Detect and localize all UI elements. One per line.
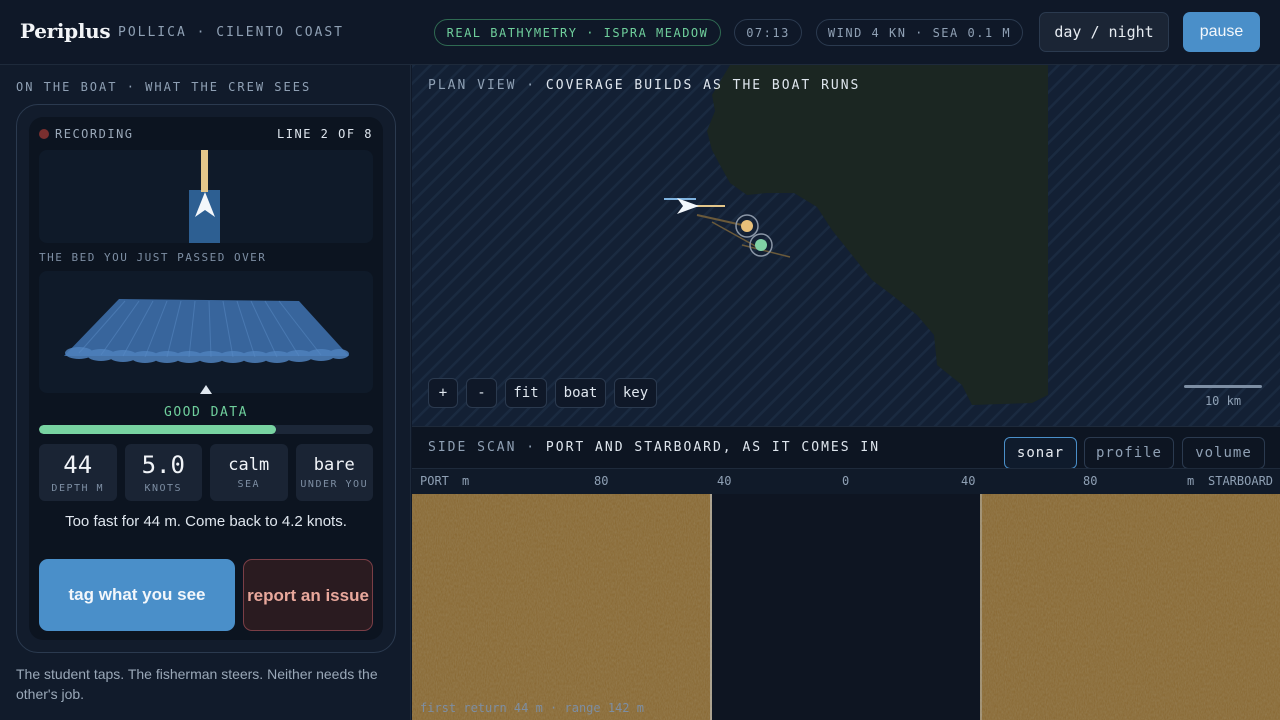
conditions-badge: WIND 4 KN · SEA 0.1 M	[816, 19, 1023, 46]
map-scale: 10 km	[1184, 385, 1262, 408]
map-key-button[interactable]: key	[614, 378, 657, 408]
data-source-badge: REAL BATHYMETRY · ISPRA MEADOW	[434, 19, 721, 46]
stat-sea: calm SEA	[210, 444, 288, 501]
data-quality-fill	[39, 425, 277, 434]
stat-label: KNOTS	[144, 483, 183, 494]
report-issue-button[interactable]: report an issue	[243, 559, 373, 631]
data-quality-label: GOOD DATA	[164, 405, 248, 420]
tablet-frame: RECORDING LINE 2 OF 8 THE BED YOU JUST P…	[16, 104, 396, 653]
port-first-return	[710, 494, 712, 720]
plan-view-caption-text: COVERAGE BUILDS AS THE BOAT RUNS	[545, 78, 861, 93]
side-scan-caption: SIDE SCAN · PORT AND STARBOARD, AS IT CO…	[428, 440, 880, 455]
map-canvas[interactable]	[412, 65, 1280, 426]
crew-panel: ON THE BOAT · WHAT THE CREW SEES RECORDI…	[0, 65, 411, 720]
water-column	[712, 494, 980, 720]
stat-value: 5.0	[141, 451, 185, 479]
stat-bottom: bare UNDER YOU	[295, 444, 373, 501]
seabed-caption: THE BED YOU JUST PASSED OVER	[39, 251, 267, 264]
axis-tick: 40	[717, 474, 732, 488]
stat-label: SEA	[237, 479, 261, 490]
pause-button[interactable]: pause	[1183, 12, 1260, 52]
seabed-profile-view	[39, 271, 373, 393]
stat-value: bare	[313, 455, 355, 475]
plan-view-map[interactable]: PLAN VIEW · COVERAGE BUILDS AS THE BOAT …	[412, 65, 1280, 426]
plan-view-caption-prefix: PLAN VIEW ·	[428, 78, 546, 93]
stat-value: 44	[63, 451, 93, 479]
tab-sonar[interactable]: sonar	[1004, 437, 1077, 469]
scale-bar	[1184, 385, 1262, 388]
side-scan-caption-prefix: SIDE SCAN ·	[428, 440, 546, 455]
port-channel-texture	[412, 494, 712, 720]
stats-row: 44 DEPTH M 5.0 KNOTS calm SEA bare UNDER…	[39, 444, 373, 501]
stat-depth: 44 DEPTH M	[39, 444, 117, 501]
brand-logo: Periplus	[20, 19, 111, 43]
axis-unit-right: m	[1187, 474, 1195, 488]
boat-heading-graphic	[189, 150, 220, 243]
tab-profile[interactable]: profile	[1084, 437, 1174, 469]
boat-heading-view	[39, 150, 373, 243]
side-scan-panel: SIDE SCAN · PORT AND STARBOARD, AS IT CO…	[412, 426, 1280, 720]
recording-label: RECORDING	[55, 127, 134, 141]
scale-label: 10 km	[1204, 394, 1242, 408]
tag-observation-button[interactable]: tag what you see	[39, 559, 235, 631]
starboard-channel-texture	[980, 494, 1280, 720]
position-marker-icon	[200, 385, 212, 394]
crew-panel-caption: ON THE BOAT · WHAT THE CREW SEES	[16, 80, 312, 94]
panel-footnote: The student taps. The fisherman steers. …	[16, 666, 378, 702]
zoom-out-button[interactable]: -	[466, 378, 497, 408]
axis-starboard-label: STARBOARD	[1208, 474, 1274, 488]
zoom-in-button[interactable]: +	[428, 378, 458, 408]
stat-label: DEPTH M	[51, 483, 105, 494]
center-boat-button[interactable]: boat	[555, 378, 606, 408]
day-night-toggle[interactable]: day / night	[1039, 12, 1169, 52]
fit-view-button[interactable]: fit	[505, 378, 547, 408]
stat-label: UNDER YOU	[300, 479, 369, 490]
sonar-waterfall	[412, 494, 1280, 720]
axis-tick: 0	[842, 474, 850, 488]
starboard-first-return	[980, 494, 982, 720]
tab-volume[interactable]: volume	[1182, 437, 1265, 469]
top-bar: Periplus POLLICA · CILENTO COAST REAL BA…	[0, 0, 1280, 65]
tablet-screen: RECORDING LINE 2 OF 8 THE BED YOU JUST P…	[29, 117, 383, 640]
range-axis: PORT m 80 40 0 40 80 m STARBOARD	[412, 468, 1280, 494]
axis-unit-left: m	[462, 474, 470, 488]
plan-view-caption: PLAN VIEW · COVERAGE BUILDS AS THE BOAT …	[428, 78, 860, 93]
location-label: POLLICA · CILENTO COAST	[118, 25, 345, 40]
seabed-surface-graphic	[64, 299, 349, 363]
stat-value: calm	[228, 455, 270, 475]
axis-port-label: PORT	[420, 474, 449, 488]
data-quality-bar	[39, 425, 373, 434]
axis-tick: 40	[961, 474, 976, 488]
axis-tick: 80	[1083, 474, 1098, 488]
clock-badge: 07:13	[734, 19, 802, 46]
speed-advice: Too fast for 44 m. Come back to 4.2 knot…	[65, 513, 347, 530]
axis-tick: 80	[594, 474, 609, 488]
side-scan-caption-text: PORT AND STARBOARD, AS IT COMES IN	[545, 440, 881, 455]
recording-dot-icon	[39, 129, 49, 139]
scan-readout: first return 44 m · range 142 m	[420, 701, 644, 715]
survey-line-counter: LINE 2 OF 8	[277, 127, 373, 141]
recording-status: RECORDING	[39, 127, 134, 141]
track-line	[201, 150, 208, 192]
stat-speed: 5.0 KNOTS	[124, 444, 202, 501]
